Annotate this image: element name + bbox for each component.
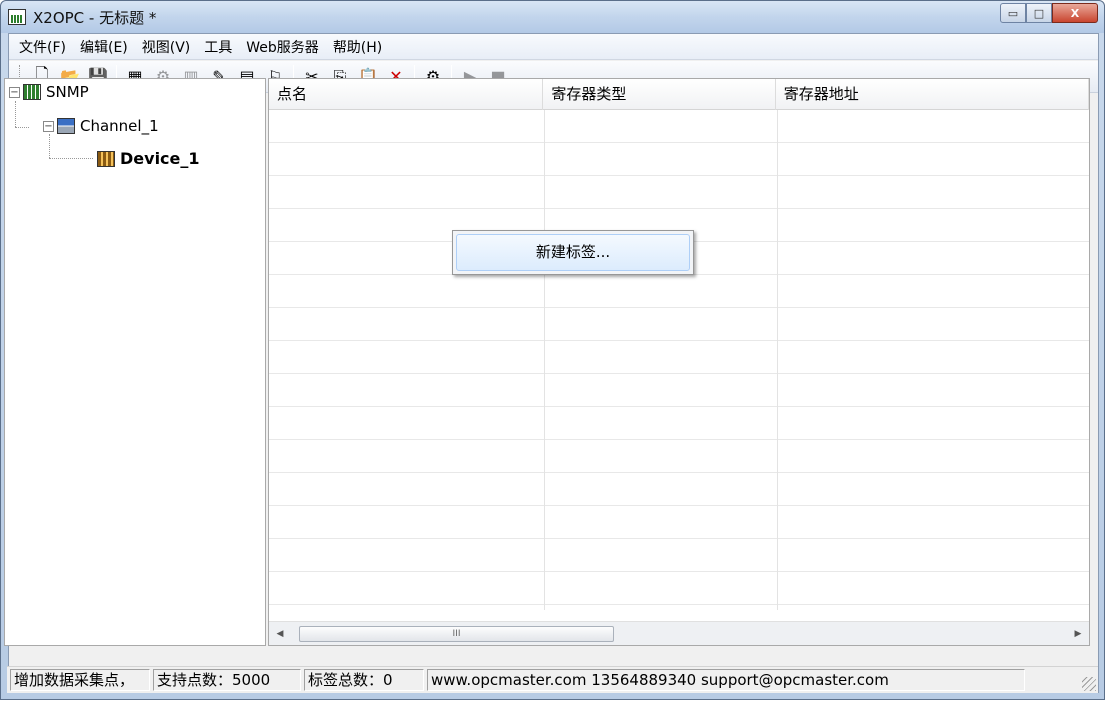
window-title: X2OPC - 无标题 * [33,9,157,27]
scroll-left-icon[interactable]: ◀ [273,626,287,642]
network-icon [57,118,75,134]
tree-line [49,158,93,159]
tree-node-snmp[interactable]: − SNMP [9,83,89,101]
list-header: 点名 寄存器类型 寄存器地址 [269,79,1089,110]
status-hint: 增加数据采集点， [10,669,150,691]
scroll-right-icon[interactable]: ▶ [1071,626,1085,642]
tag-list[interactable]: 点名 寄存器类型 寄存器地址 ◀ III ▶ [268,78,1090,646]
menu-view[interactable]: 视图(V) [142,37,191,57]
title-bar[interactable]: X2OPC - 无标题 * ▭ □ X [1,1,1104,33]
status-contact: www.opcmaster.com 13564889340 support@op… [427,669,1025,691]
column-header-register-address[interactable]: 寄存器地址 [776,79,1089,110]
menu-web-server[interactable]: Web服务器 [246,37,319,57]
tree-label-snmp: SNMP [46,83,89,101]
list-body[interactable] [269,110,1089,610]
status-bar: 增加数据采集点， 支持点数：5000 标签总数：0 www.opcmaster.… [7,666,1098,693]
project-tree[interactable]: − SNMP − Channel_1 Device_1 [4,78,266,646]
context-menu-new-tag[interactable]: 新建标签... [456,234,690,271]
horizontal-scrollbar[interactable]: ◀ III ▶ [269,621,1089,645]
scroll-thumb[interactable]: III [299,626,614,642]
tree-node-channel[interactable]: − Channel_1 [43,117,159,135]
menu-tools[interactable]: 工具 [204,37,232,57]
status-supported-points: 支持点数：5000 [153,669,301,691]
collapse-toggle-icon[interactable]: − [43,120,54,132]
menu-file[interactable]: 文件(F) [19,37,66,57]
device-icon [97,150,115,167]
tree-line [49,134,50,158]
tree-line [15,101,16,127]
column-divider [777,110,778,610]
server-icon [23,84,41,100]
column-divider [544,110,545,610]
menu-help[interactable]: 帮助(H) [333,37,382,57]
column-header-point-name[interactable]: 点名 [269,79,544,110]
status-tag-total: 标签总数：0 [304,669,424,691]
tree-label-device: Device_1 [120,149,200,168]
tree-line [15,127,29,128]
collapse-toggle-icon[interactable]: − [9,86,20,98]
resize-grip-icon[interactable] [1082,677,1096,691]
column-header-register-type[interactable]: 寄存器类型 [543,79,776,110]
minimize-button[interactable]: ▭ [1000,3,1026,23]
close-button[interactable]: X [1052,3,1098,23]
tree-label-channel: Channel_1 [80,117,159,135]
caption-buttons: ▭ □ X [1000,3,1098,25]
context-menu: 新建标签... [452,230,694,275]
menu-edit[interactable]: 编辑(E) [80,37,128,57]
app-icon[interactable] [8,9,26,25]
menu-bar: 文件(F) 编辑(E) 视图(V) 工具 Web服务器 帮助(H) [9,34,1098,60]
tree-node-device[interactable]: Device_1 [97,149,200,168]
maximize-button[interactable]: □ [1026,3,1052,23]
